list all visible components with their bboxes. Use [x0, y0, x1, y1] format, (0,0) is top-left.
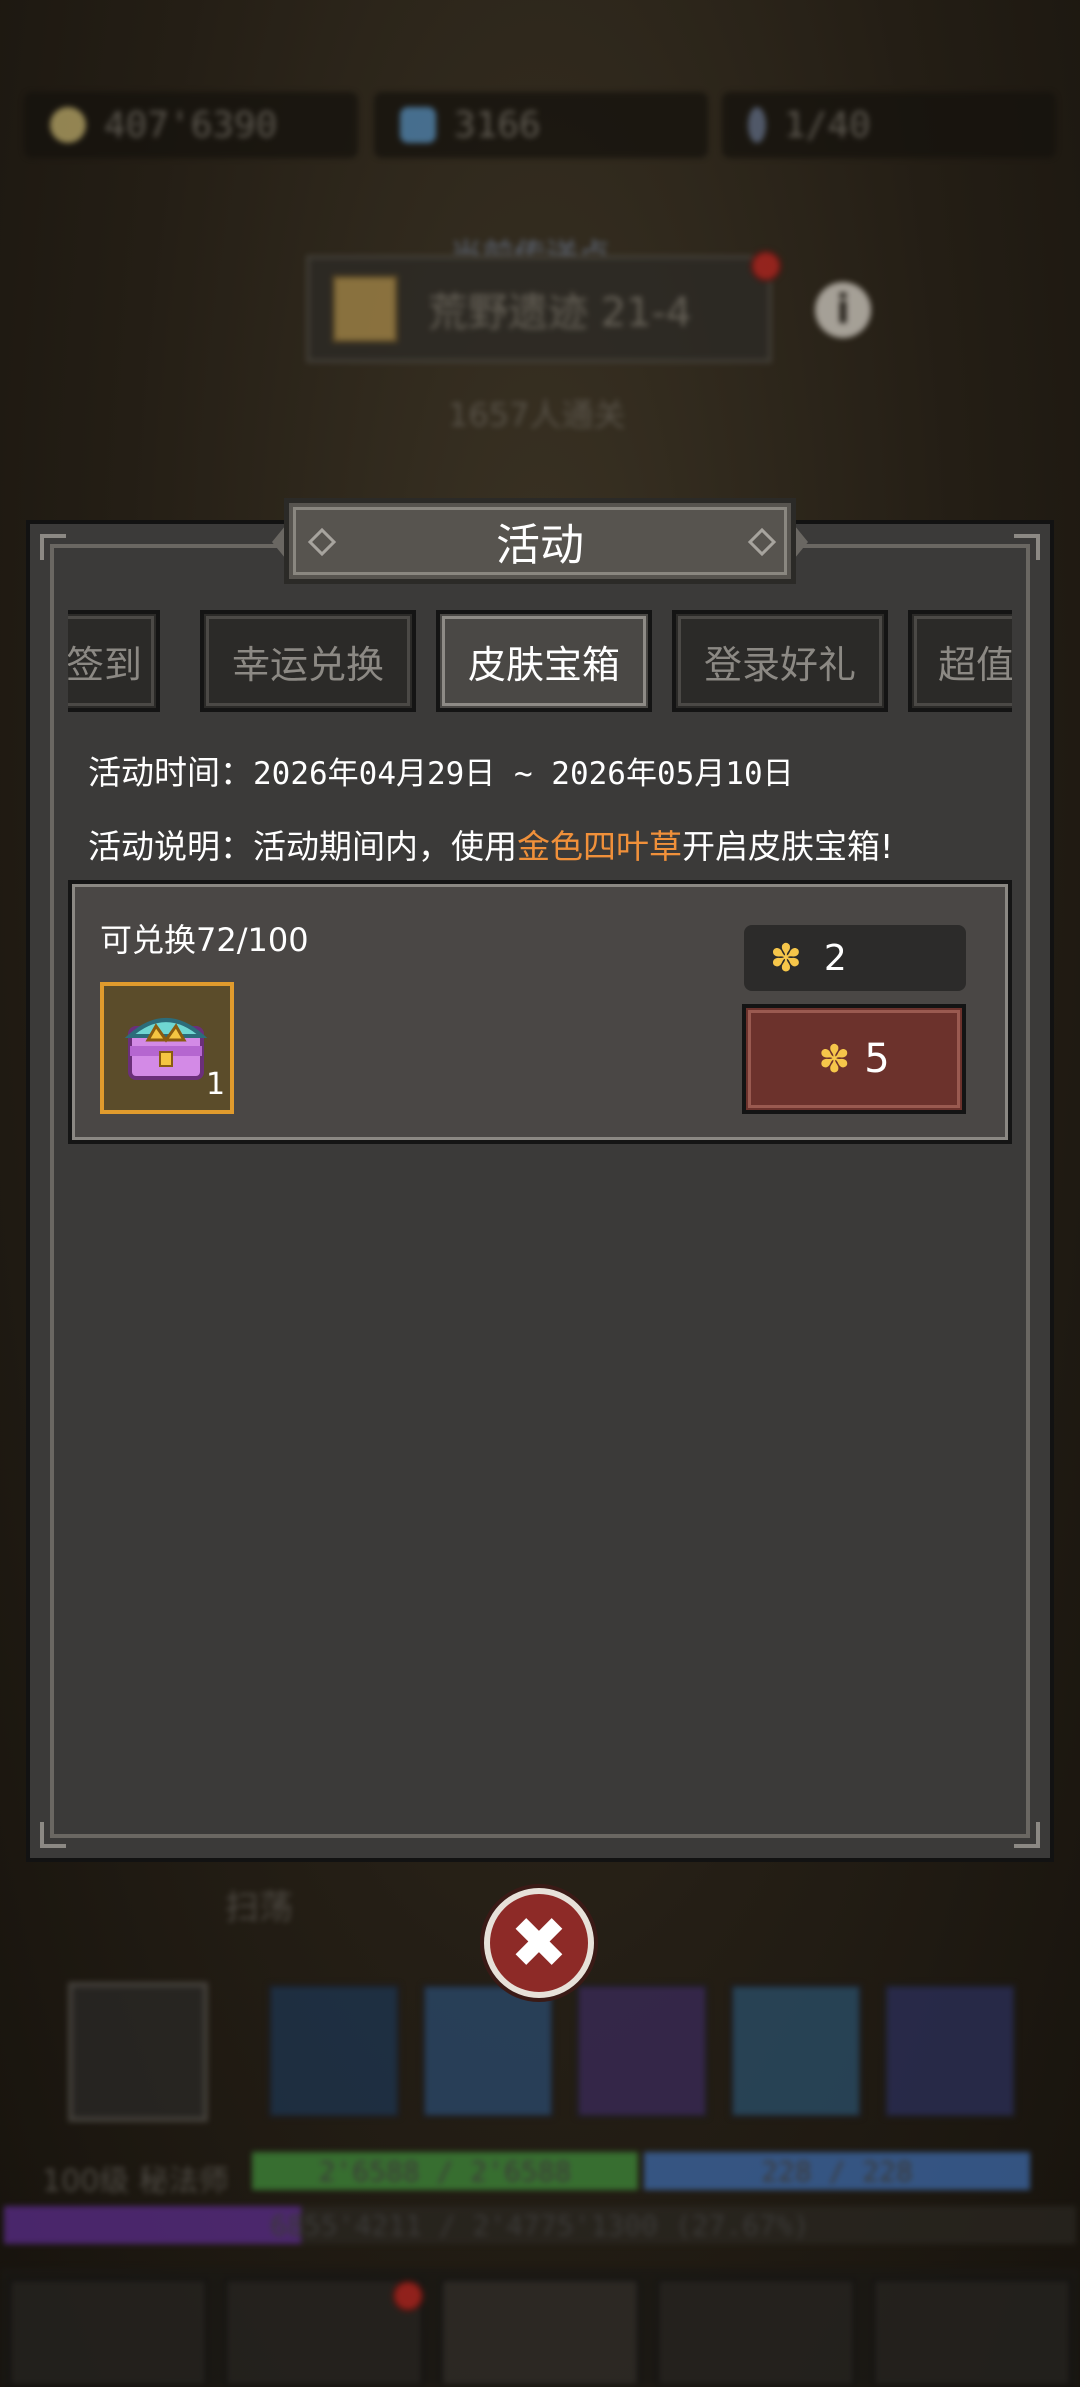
skill-slot-1[interactable]	[268, 1984, 400, 2118]
gold-counter: 407'6390	[24, 92, 358, 158]
item-quantity: 1	[206, 1067, 226, 1102]
close-button[interactable]: ✖	[484, 1888, 594, 1998]
bag-notification-dot	[392, 2280, 424, 2312]
key-icon	[748, 107, 766, 143]
tab-sign-in[interactable]: 签到	[68, 610, 160, 712]
nav-shop[interactable]	[872, 2278, 1072, 2387]
activity-time: 活动时间：2026年04月29日 ~ 2026年05月10日	[88, 753, 794, 792]
pass-count: 1657人通关	[448, 396, 626, 434]
nav-book[interactable]	[656, 2278, 856, 2387]
modal-title: 活动	[284, 498, 796, 584]
modal-inner-frame	[50, 544, 1030, 1838]
hero-avatar[interactable]	[68, 1982, 208, 2122]
close-icon: ✖	[509, 1902, 569, 1984]
portal-notification-dot	[750, 250, 782, 282]
frame-corner	[1014, 534, 1040, 560]
tab-lucky-exchange[interactable]: 幸运兑换	[200, 610, 416, 712]
golden-clover-highlight: 金色四叶草	[517, 827, 682, 866]
tab-super-value[interactable]: 超值	[908, 610, 1012, 712]
frame-corner	[40, 1822, 66, 1848]
clover-owned: ✽ 2	[744, 925, 966, 991]
golden-clover-icon: ✽	[770, 936, 802, 980]
gem-icon	[400, 107, 436, 143]
mp-bar: 228 / 228	[644, 2152, 1030, 2190]
exp-bar-fill	[4, 2206, 301, 2244]
skill-slot-5[interactable]	[884, 1984, 1016, 2118]
skill-slot-3[interactable]	[576, 1984, 708, 2118]
exchange-remaining: 可兑换72/100	[100, 921, 309, 959]
hp-bar: 2'6588 / 2'6588	[252, 2152, 638, 2190]
exp-bar: 6855'4211 / 2'4775'1300 (27.67%)	[4, 2206, 1076, 2244]
nav-character[interactable]	[8, 2278, 208, 2387]
exchange-button[interactable]: ✽ 5	[742, 1004, 966, 1114]
tab-login-gift[interactable]: 登录好礼	[672, 610, 888, 712]
skill-slot-2[interactable]	[422, 1984, 554, 2118]
activity-description: 活动说明：活动期间内，使用金色四叶草开启皮肤宝箱!	[88, 827, 894, 866]
key-counter: 1/40	[722, 92, 1056, 158]
gold-coin-icon	[50, 107, 86, 143]
info-icon[interactable]: i	[815, 282, 871, 338]
frame-corner	[40, 534, 66, 560]
golden-clover-icon: ✽	[818, 1037, 851, 1081]
skill-slot-4[interactable]	[730, 1984, 862, 2118]
nav-battle[interactable]	[440, 2278, 640, 2387]
tab-skin-chest[interactable]: 皮肤宝箱	[436, 610, 652, 712]
gem-counter: 3166	[374, 92, 708, 158]
frame-corner	[1014, 1822, 1040, 1848]
skill-bar	[268, 1984, 1016, 2118]
map-icon	[332, 275, 398, 343]
activity-tabs: 签到 幸运兑换 皮肤宝箱 登录好礼 超值	[68, 608, 1012, 718]
level-class-label: 100级 秘法师	[42, 2164, 229, 2199]
portal-selector[interactable]: 荒野遗迹 21-4	[306, 255, 772, 363]
activity-modal	[26, 520, 1054, 1862]
cleanup-button[interactable]: 扫荡	[225, 1880, 293, 1929]
